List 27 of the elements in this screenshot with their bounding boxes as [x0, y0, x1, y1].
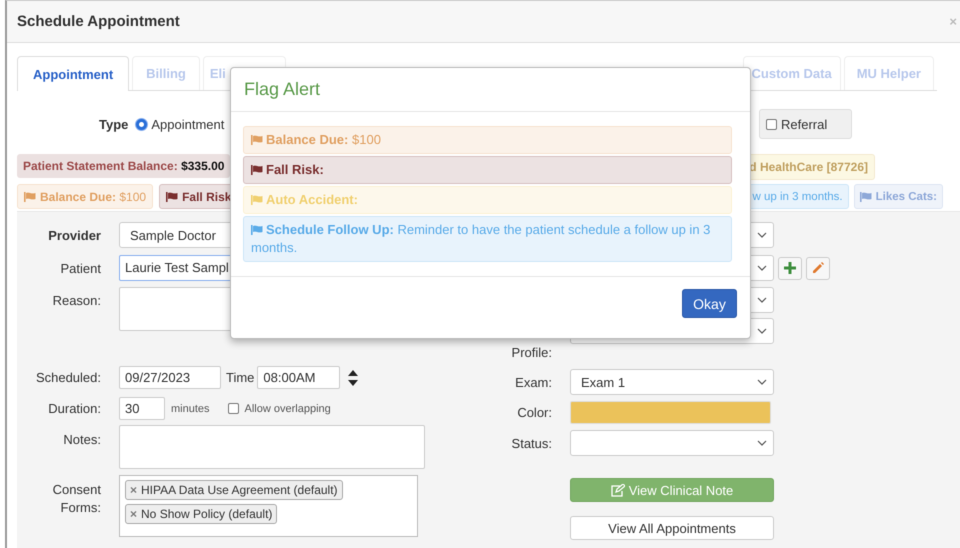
- field-label: Patient: [60, 260, 101, 276]
- field-label: Color:: [517, 404, 552, 420]
- flag-badge: Schedule Follow Up: Reminder to have the patient schedule a follow up in 3 months.: [243, 216, 732, 262]
- type-label: Type: [99, 116, 128, 132]
- field-label: Scheduled:: [36, 370, 101, 385]
- field-label: Status:: [512, 436, 552, 450]
- flag-badge: Balance Due: $100: [17, 184, 154, 209]
- dialog-title: Schedule Appointment: [17, 13, 180, 30]
- checkbox-label: Allow overlapping: [244, 402, 331, 414]
- flag-badge: Balance Due: $100: [243, 126, 732, 154]
- checkbox-label: Referral: [781, 116, 828, 132]
- field-label: Duration:: [48, 401, 101, 416]
- flag-badge: Fall Risk:: [243, 156, 732, 184]
- field-label: Profile:: [512, 344, 552, 360]
- field-label: Notes:: [63, 432, 101, 447]
- field-label: Provider: [48, 228, 101, 242]
- radio-label: Appointment: [151, 116, 224, 132]
- balance-banner: Patient Statement Balance: $335.00: [17, 154, 230, 178]
- flag-badge: Likes Cats:: [854, 184, 943, 209]
- tag: × No Show Policy (default): [125, 504, 278, 524]
- field-label: Consent Forms:: [52, 482, 101, 515]
- tag: × HIPAA Data Use Agreement (default): [125, 480, 343, 500]
- field-label: Exam:: [515, 374, 552, 390]
- unit-label: minutes: [171, 402, 210, 414]
- flag-badge: Auto Accident:: [243, 186, 732, 214]
- field-label: Reason:: [52, 293, 101, 308]
- field-label: Time: [226, 370, 254, 385]
